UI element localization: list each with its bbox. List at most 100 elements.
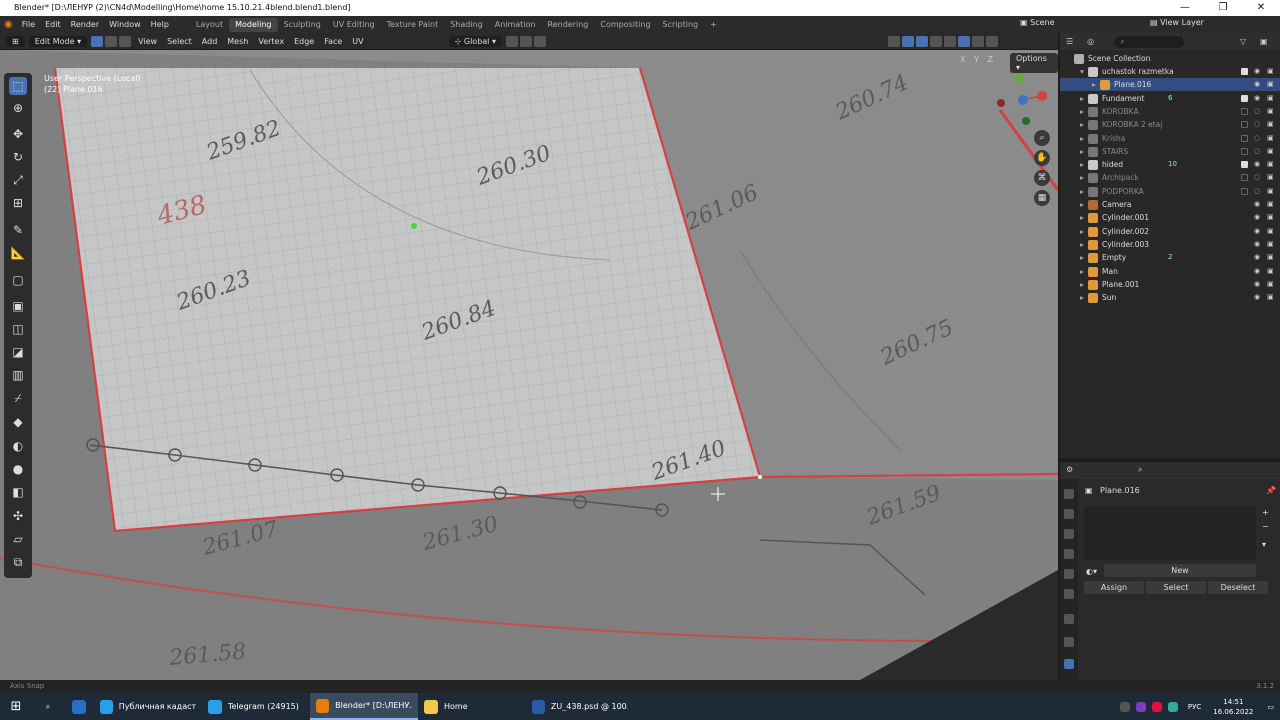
menu-vertex[interactable]: Vertex [253, 37, 289, 46]
new-collection-icon[interactable]: ▣ [1260, 37, 1268, 46]
world-tab-icon[interactable] [1064, 589, 1074, 599]
expand-arrow-icon[interactable]: ▸ [1078, 132, 1086, 145]
menu-uv[interactable]: UV [347, 37, 368, 46]
tab-modeling[interactable]: Modeling [229, 17, 278, 32]
tab-texture-paint[interactable]: Texture Paint [381, 18, 445, 32]
view-layer-selector[interactable]: ▤ View Layer [1150, 18, 1204, 27]
poly-build-icon[interactable]: ◆ [9, 413, 27, 431]
rendered-shading-icon[interactable] [986, 36, 998, 47]
deselect-button[interactable]: Deselect [1208, 581, 1268, 594]
expand-arrow-icon[interactable]: ▸ [1078, 185, 1086, 198]
outliner-row[interactable]: ▾ uchastok razmetka ◉ ▣ [1060, 65, 1280, 78]
3d-viewport[interactable]: 259.82 260.30 438 261.06 260.74 260.23 2… [0, 50, 1058, 680]
filter-icon[interactable]: ▽ [1240, 37, 1246, 46]
smooth-icon[interactable]: ● [9, 460, 27, 478]
spin-icon[interactable]: ◐ [9, 437, 27, 455]
annotate-icon[interactable]: ✎ [9, 221, 27, 239]
menu-mesh[interactable]: Mesh [222, 37, 253, 46]
menu-window[interactable]: Window [104, 20, 146, 29]
expand-arrow-icon[interactable]: ▸ [1078, 198, 1086, 211]
material-slot-list[interactable] [1084, 506, 1256, 560]
expand-arrow-icon[interactable]: ▸ [1078, 211, 1086, 224]
collapse-arrow-icon[interactable]: ▾ [1078, 65, 1086, 78]
render-camera-icon[interactable]: ▣ [1267, 171, 1274, 184]
tray-icon[interactable] [1167, 701, 1178, 712]
expand-arrow-icon[interactable]: ▸ [1078, 291, 1086, 304]
pin-icon[interactable]: 📌 [1266, 486, 1276, 495]
outliner-row[interactable]: ▸ Man ◉ ▣ [1060, 265, 1280, 278]
bevel-icon[interactable]: ◪ [9, 343, 27, 361]
expand-arrow-icon[interactable]: ▸ [1078, 238, 1086, 251]
render-camera-icon[interactable]: ▣ [1267, 251, 1274, 264]
outliner-row[interactable]: ▸ Camera ◉ ▣ [1060, 198, 1280, 211]
properties-editor-icon[interactable]: ⚙ [1066, 465, 1073, 474]
vertex-select-icon[interactable] [91, 35, 104, 47]
language-indicator[interactable]: РУС [1188, 703, 1201, 711]
visibility-eye-icon[interactable]: ◌ [1254, 132, 1260, 145]
mirror-axis-toggles[interactable]: X Y Z [960, 55, 996, 64]
assign-button[interactable]: Assign [1084, 581, 1144, 594]
start-button[interactable]: ⊞ [0, 693, 32, 720]
exclude-checkbox[interactable] [1241, 68, 1248, 75]
expand-arrow-icon[interactable]: ▸ [1078, 105, 1086, 118]
edge-slide-icon[interactable]: ◧ [9, 483, 27, 501]
scene-collection-row[interactable]: Scene Collection [1060, 52, 1280, 65]
shear-icon[interactable]: ▱ [9, 530, 27, 548]
expand-arrow-icon[interactable]: ▸ [1078, 225, 1086, 238]
render-camera-icon[interactable]: ▣ [1267, 291, 1274, 304]
render-camera-icon[interactable]: ▣ [1267, 78, 1274, 91]
tray-icon[interactable] [1119, 701, 1130, 712]
render-camera-icon[interactable]: ▣ [1267, 185, 1274, 198]
tool-tab-icon[interactable] [1064, 489, 1074, 499]
visibility-eye-icon[interactable]: ◉ [1254, 225, 1260, 238]
properties-search-icon[interactable]: ⌕ [1138, 465, 1142, 475]
knife-icon[interactable]: ⌿ [9, 389, 27, 407]
visibility-eye-icon[interactable]: ◉ [1254, 278, 1260, 291]
material-shading-icon[interactable] [972, 36, 984, 47]
visibility-icon[interactable] [888, 36, 900, 47]
visibility-eye-icon[interactable]: ◉ [1254, 291, 1260, 304]
tab-uv-editing[interactable]: UV Editing [327, 18, 381, 32]
expand-arrow-icon[interactable]: ▸ [1078, 251, 1086, 264]
gizmo-icon[interactable] [902, 36, 914, 47]
exclude-checkbox[interactable] [1241, 121, 1248, 129]
exclude-checkbox[interactable] [1241, 134, 1248, 142]
exclude-checkbox[interactable] [1241, 107, 1248, 115]
perspective-grid-icon[interactable]: ▦ [1034, 190, 1050, 206]
expand-arrow-icon[interactable]: ▸ [1090, 78, 1098, 91]
rip-region-icon[interactable]: ⧉ [9, 553, 27, 571]
exclude-checkbox[interactable] [1241, 187, 1248, 195]
outliner-row[interactable]: ▸ Krisha ◌ ▣ [1060, 132, 1280, 145]
menu-edit[interactable]: Edit [40, 20, 66, 29]
measure-icon[interactable]: 📐 [9, 244, 27, 262]
minimize-icon[interactable]: — [1166, 0, 1204, 16]
xray-icon[interactable] [930, 36, 942, 47]
expand-arrow-icon[interactable]: ▸ [1078, 145, 1086, 158]
taskbar-app-button[interactable]: ZU_438.psd @ 100... [526, 693, 634, 720]
cursor-icon[interactable]: ⊕ [9, 99, 27, 117]
menu-add[interactable]: Add [197, 37, 223, 46]
expand-arrow-icon[interactable]: ▸ [1078, 118, 1086, 131]
menu-face[interactable]: Face [319, 37, 347, 46]
select-box-icon[interactable]: ⬚ [9, 77, 27, 95]
expand-arrow-icon[interactable]: ▸ [1078, 278, 1086, 291]
overlay-icon[interactable] [916, 36, 928, 47]
close-icon[interactable]: ✕ [1242, 0, 1280, 16]
visibility-eye-icon[interactable]: ◉ [1254, 92, 1260, 105]
output-tab-icon[interactable] [1064, 529, 1074, 539]
render-camera-icon[interactable]: ▣ [1267, 265, 1274, 278]
orientation-dropdown[interactable]: ⊹ Global ▾ [448, 35, 502, 47]
move-icon[interactable]: ✥ [9, 125, 27, 143]
display-mode-icon[interactable]: ◎ [1087, 37, 1094, 46]
outliner-row[interactable]: ▸ PODPORKA ◌ ▣ [1060, 185, 1280, 198]
loop-cut-icon[interactable]: ▥ [9, 366, 27, 384]
visibility-eye-icon[interactable]: ◌ [1254, 185, 1260, 198]
new-material-button[interactable]: New [1104, 564, 1256, 577]
taskbar-app-button[interactable]: Blender* [D:\ЛЕНУ... [310, 693, 418, 720]
visibility-eye-icon[interactable]: ◌ [1254, 171, 1260, 184]
wireframe-shading-icon[interactable] [944, 36, 956, 47]
tab-compositing[interactable]: Compositing [594, 18, 656, 32]
tab-rendering[interactable]: Rendering [542, 18, 595, 32]
add-slot-icon[interactable]: + [1262, 508, 1269, 517]
blender-logo-icon[interactable]: ◉ [4, 19, 13, 30]
